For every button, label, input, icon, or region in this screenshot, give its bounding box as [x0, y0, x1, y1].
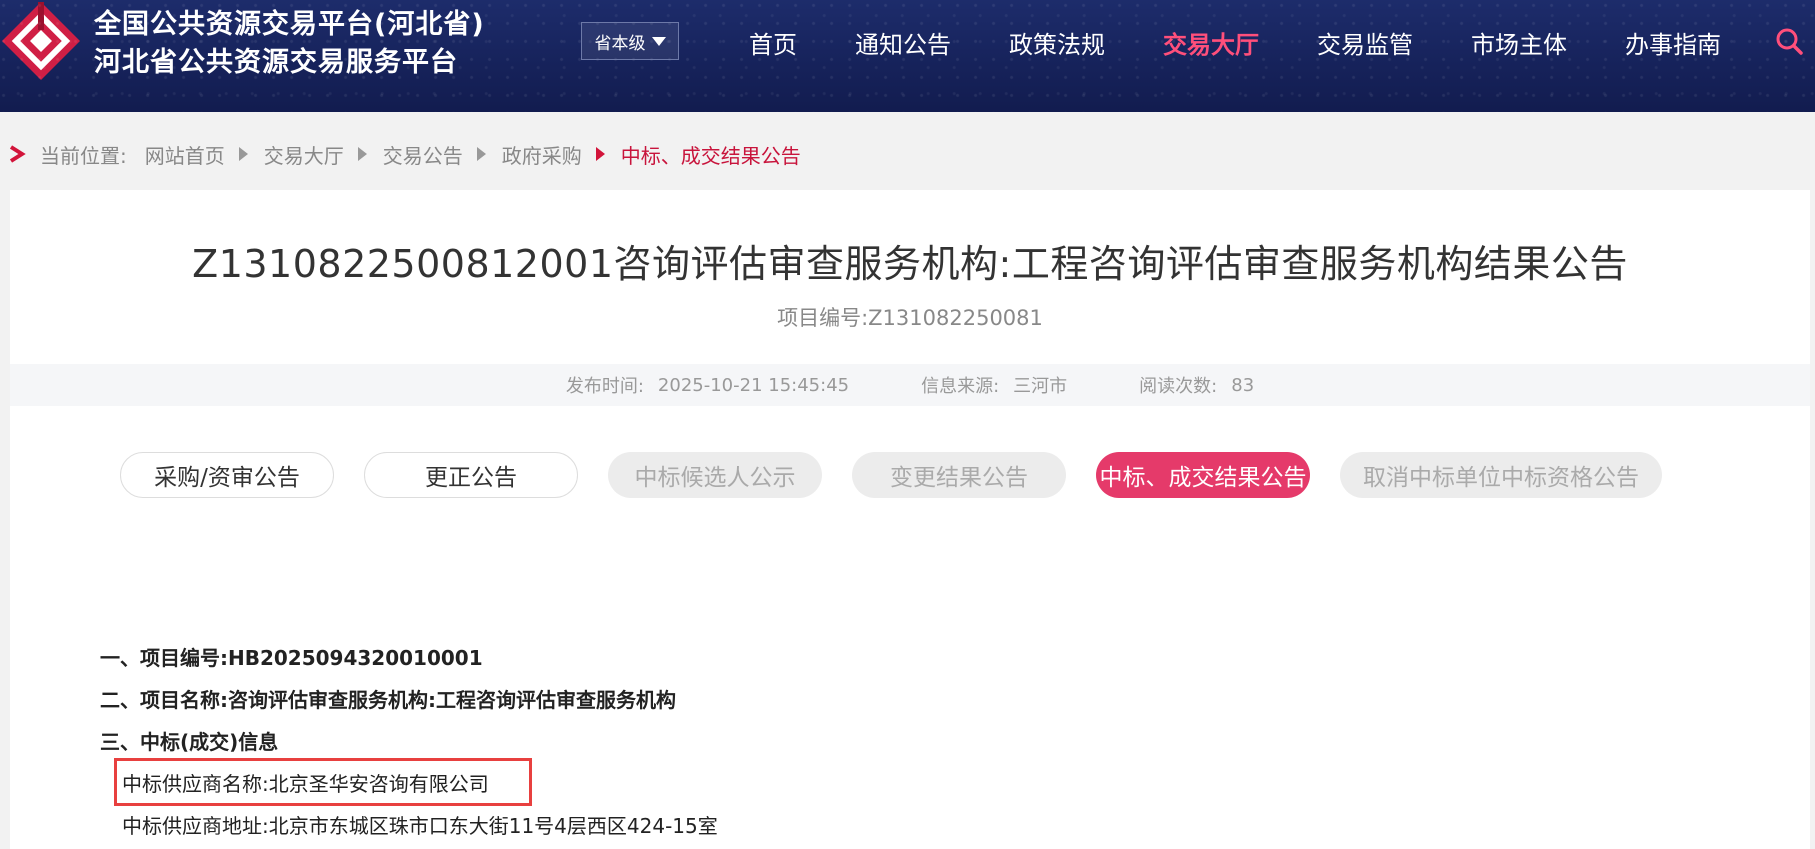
breadcrumb-separator-icon [476, 147, 486, 161]
read-count: 83 [1231, 374, 1255, 396]
site-title-line1: 全国公共资源交易平台(河北省) [94, 9, 485, 40]
content-line-award-info: 三、中标(成交)信息 [100, 730, 279, 754]
tab-candidate-publicity: 中标候选人公示 [608, 452, 822, 498]
article-content: 一、项目编号:HB2025094320010001 二、项目名称:咨询评估审查服… [100, 637, 718, 847]
site-logo-icon[interactable] [0, 0, 82, 82]
main-nav: 首页 通知公告 政策法规 交易大厅 交易监管 市场主体 办事指南 [720, 0, 1750, 84]
site-title[interactable]: 全国公共资源交易平台(河北省) 河北省公共资源交易服务平台 [94, 6, 485, 82]
source-value: 三河市 [1013, 376, 1068, 397]
supplier-name: 中标供应商名称:北京圣华安咨询有限公司 [122, 772, 489, 796]
breadcrumb: 当前位置: 网站首页 交易大厅 交易公告 政府采购 中标、成交结果公告 [8, 138, 801, 170]
search-icon[interactable] [1774, 26, 1804, 56]
publish-time-label: 发布时间: [565, 376, 644, 397]
article-meta: 发布时间: 2025-10-21 15:45:45 信息来源: 三河市 阅读次数… [10, 364, 1810, 406]
level-select-label: 省本级 [594, 33, 646, 54]
nav-service-guide[interactable]: 办事指南 [1625, 25, 1721, 60]
project-code: 项目编号:Z131082250081 [777, 306, 1043, 330]
nav-home[interactable]: 首页 [749, 25, 797, 60]
nav-policies[interactable]: 政策法规 [1009, 25, 1105, 60]
chevron-down-icon [651, 36, 666, 46]
nav-market-entities[interactable]: 市场主体 [1471, 25, 1567, 60]
breadcrumb-separator-icon [238, 147, 248, 161]
breadcrumb-trading-hall[interactable]: 交易大厅 [264, 140, 344, 169]
read-count-label: 阅读次数: [1139, 376, 1218, 397]
breadcrumb-trading-notices[interactable]: 交易公告 [383, 140, 463, 169]
breadcrumb-separator-icon [357, 147, 367, 161]
nav-supervision[interactable]: 交易监管 [1317, 25, 1413, 60]
site-title-line2: 河北省公共资源交易服务平台 [94, 47, 458, 78]
breadcrumb-separator-icon [595, 147, 605, 161]
tab-change-result: 变更结果公告 [852, 452, 1066, 498]
breadcrumb-gov-procurement[interactable]: 政府采购 [502, 140, 582, 169]
publish-time: 2025-10-21 15:45:45 [657, 374, 850, 396]
site-header: 全国公共资源交易平台(河北省) 河北省公共资源交易服务平台 省本级 首页 通知公… [0, 0, 1815, 112]
tab-correction-notice[interactable]: 更正公告 [364, 452, 578, 498]
tab-procurement-notice[interactable]: 采购/资审公告 [120, 452, 334, 498]
article-card: Z1310822500812001咨询评估审查服务机构:工程咨询评估审查服务机构… [10, 190, 1810, 849]
page-title: Z1310822500812001咨询评估审查服务机构:工程咨询评估审查服务机构… [192, 242, 1628, 286]
nav-notices[interactable]: 通知公告 [855, 25, 951, 60]
breadcrumb-home[interactable]: 网站首页 [145, 140, 225, 169]
tab-award-result[interactable]: 中标、成交结果公告 [1096, 452, 1310, 498]
announcement-tabs: 采购/资审公告 更正公告 中标候选人公示 变更结果公告 中标、成交结果公告 取消… [120, 452, 1692, 498]
content-line-project-number: 一、项目编号:HB2025094320010001 [100, 646, 483, 670]
content-line-project-name: 二、项目名称:咨询评估审查服务机构:工程咨询评估审查服务机构 [100, 688, 676, 712]
level-select[interactable]: 省本级 [581, 22, 679, 60]
nav-trading-hall[interactable]: 交易大厅 [1163, 25, 1259, 60]
chevron-right-icon [9, 145, 26, 163]
tab-cancel-award: 取消中标单位中标资格公告 [1340, 452, 1662, 498]
breadcrumb-current: 中标、成交结果公告 [620, 143, 801, 168]
breadcrumb-prefix: 当前位置: [40, 143, 127, 168]
source-label: 信息来源: [921, 376, 1000, 397]
supplier-address: 中标供应商地址:北京市东城区珠市口东大街11号4层西区424-15室 [122, 814, 718, 838]
